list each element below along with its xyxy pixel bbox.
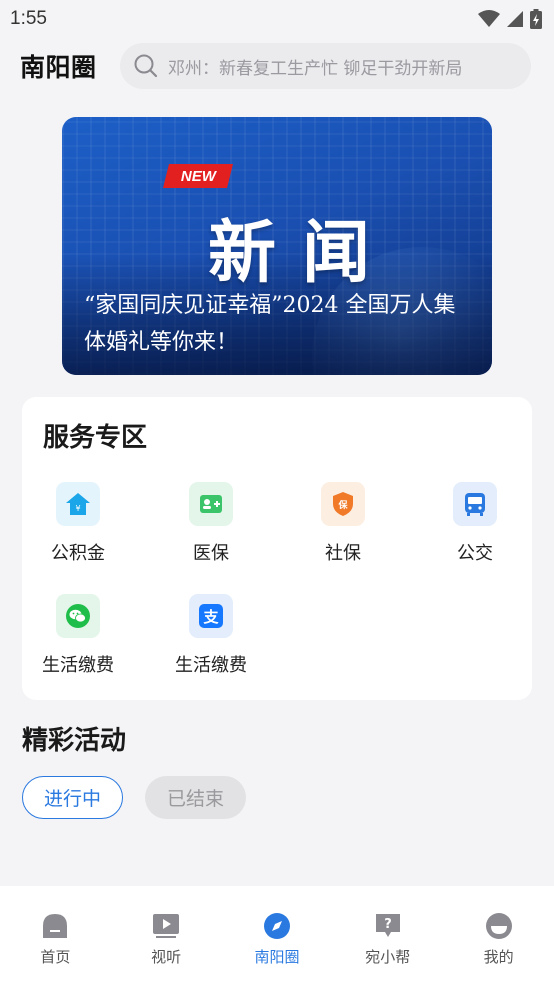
search-placeholder: 邓州：新春复工生产忙 铆足干劲开新局 — [168, 58, 463, 79]
service-life-payment-alipay[interactable]: 支 生活缴费 — [161, 594, 261, 677]
service-zone-card: 服务专区 ¥ 公积金 医保 保 社保 公交 生活缴费 支 生活缴费 — [22, 397, 532, 700]
svg-text:?: ? — [384, 917, 392, 932]
nav-profile[interactable]: 我的 — [449, 912, 549, 985]
nav-nanyang-circle[interactable]: 南阳圈 — [227, 912, 327, 985]
svg-text:保: 保 — [337, 499, 348, 511]
tab-ended[interactable]: 已结束 — [145, 776, 246, 819]
service-life-payment-wechat[interactable]: 生活缴费 — [28, 594, 128, 677]
activities-title: 精彩活动 — [22, 726, 127, 756]
tab-ongoing[interactable]: 进行中 — [22, 776, 123, 819]
service-label: 公交 — [457, 543, 493, 564]
service-housing-fund[interactable]: ¥ 公积金 — [28, 482, 128, 565]
signal-icon — [507, 11, 523, 27]
home-icon — [43, 914, 68, 938]
svg-text:支: 支 — [202, 608, 219, 626]
service-zone-title: 服务专区 — [43, 423, 148, 453]
nav-helper[interactable]: ? 宛小帮 — [338, 912, 438, 985]
banner-caption: “家国同庆见证幸福”2024 全国万人集体婚礼等你来！ — [84, 293, 456, 355]
search-icon — [134, 54, 158, 78]
app-title: 南阳圈 — [20, 53, 97, 82]
service-bus[interactable]: 公交 — [425, 482, 525, 565]
nav-label: 视听 — [151, 948, 182, 966]
compass-icon — [263, 913, 290, 939]
bus-icon — [453, 482, 497, 526]
housing-fund-icon: ¥ — [56, 482, 100, 526]
social-security-icon: 保 — [321, 482, 365, 526]
wechat-icon — [56, 594, 100, 638]
new-badge: NEW — [163, 164, 233, 188]
service-label: 公积金 — [51, 543, 105, 564]
status-bar: 1:55 — [0, 0, 554, 38]
service-label: 社保 — [325, 543, 361, 564]
service-medical-insurance[interactable]: 医保 — [161, 482, 261, 565]
nav-home[interactable]: 首页 — [5, 912, 105, 985]
service-label: 生活缴费 — [175, 655, 247, 676]
search-input[interactable]: 邓州：新春复工生产忙 铆足干劲开新局 — [120, 43, 531, 89]
banner-headline: 新闻 — [208, 214, 397, 293]
nav-label: 南阳圈 — [254, 948, 300, 966]
service-label: 医保 — [193, 543, 229, 564]
bottom-nav: 首页 视听 南阳圈 ? 宛小帮 我的 — [0, 886, 554, 985]
header: 南阳圈 邓州：新春复工生产忙 铆足干劲开新局 — [0, 40, 554, 92]
nav-label: 宛小帮 — [365, 948, 411, 966]
service-social-security[interactable]: 保 社保 — [293, 482, 393, 565]
video-icon — [153, 914, 180, 938]
help-icon: ? — [375, 914, 400, 937]
nav-label: 首页 — [40, 948, 71, 966]
wifi-icon — [478, 10, 500, 27]
status-time: 1:55 — [10, 8, 47, 29]
svg-text:¥: ¥ — [75, 504, 80, 513]
status-icons — [478, 9, 542, 29]
service-label: 生活缴费 — [42, 655, 114, 676]
alipay-icon: 支 — [189, 594, 233, 638]
medical-insurance-icon — [189, 482, 233, 526]
news-banner[interactable]: NEW 新闻 “家国同庆见证幸福”2024 全国万人集体婚礼等你来！ — [62, 117, 492, 375]
battery-icon — [530, 9, 542, 29]
nav-video[interactable]: 视听 — [116, 912, 216, 985]
nav-label: 我的 — [483, 948, 514, 966]
profile-icon — [485, 913, 512, 939]
